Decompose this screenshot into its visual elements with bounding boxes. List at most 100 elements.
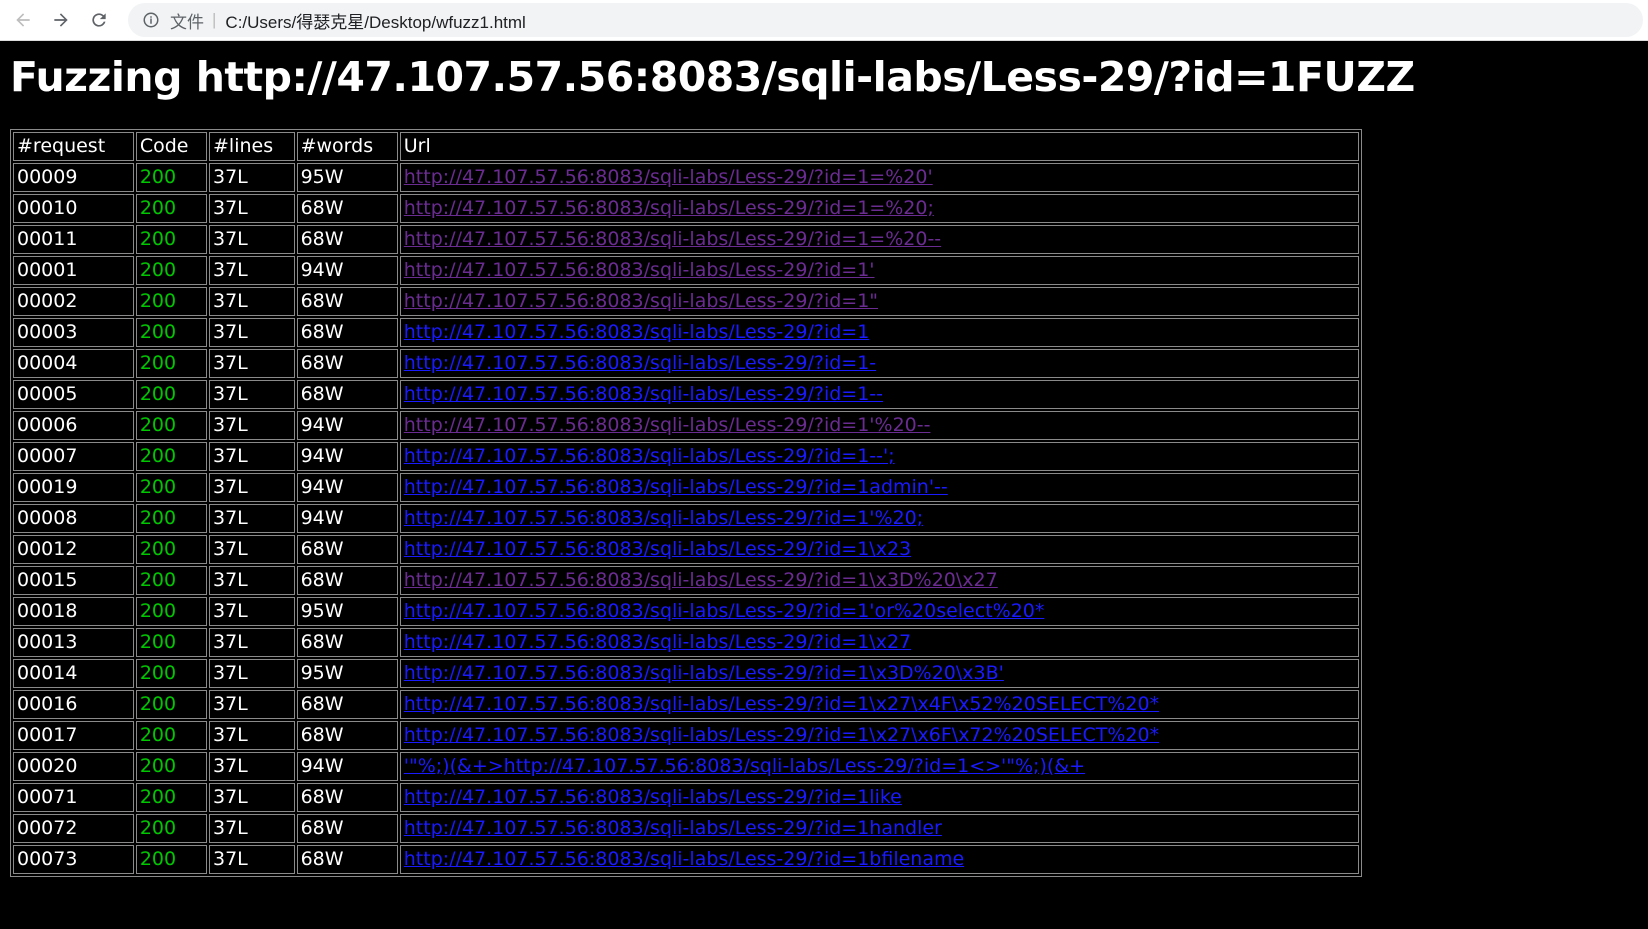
- table-row: 00020 200 37L 94W '"%;)(&+>http://47.107.57.…: [13, 752, 1359, 781]
- table-row: 00072 200 37L 68W http://47.107.57.56:8083/s…: [13, 814, 1359, 843]
- cell-words: 95W: [296, 597, 398, 626]
- forward-button[interactable]: [46, 5, 76, 35]
- cell-url: http://47.107.57.56:8083/sqli-labs/Less-…: [399, 163, 1359, 192]
- url-link[interactable]: http://47.107.57.56:8083/sqli-labs/Less-…: [404, 197, 934, 219]
- back-button[interactable]: [8, 5, 38, 35]
- info-icon[interactable]: [142, 11, 160, 29]
- url-link[interactable]: http://47.107.57.56:8083/sqli-labs/Less-…: [404, 352, 876, 374]
- cell-request: 00072: [13, 814, 134, 843]
- table-row: 00002 200 37L 68W http://47.107.57.56:8083/s…: [13, 287, 1359, 316]
- header-words: #words: [296, 132, 398, 161]
- cell-url: http://47.107.57.56:8083/sqli-labs/Less-…: [399, 721, 1359, 750]
- cell-code: 200: [135, 380, 207, 409]
- cell-url: http://47.107.57.56:8083/sqli-labs/Less-…: [399, 845, 1359, 874]
- cell-request: 00073: [13, 845, 134, 874]
- cell-request: 00003: [13, 318, 134, 347]
- cell-words: 94W: [296, 504, 398, 533]
- cell-lines: 37L: [209, 814, 295, 843]
- url-link[interactable]: http://47.107.57.56:8083/sqli-labs/Less-…: [404, 259, 875, 281]
- cell-code: 200: [135, 225, 207, 254]
- url-link[interactable]: http://47.107.57.56:8083/sqli-labs/Less-…: [404, 507, 923, 529]
- reload-button[interactable]: [84, 5, 114, 35]
- url-link[interactable]: http://47.107.57.56:8083/sqli-labs/Less-…: [404, 538, 911, 560]
- url-link[interactable]: http://47.107.57.56:8083/sqli-labs/Less-…: [404, 228, 941, 250]
- url-link[interactable]: http://47.107.57.56:8083/sqli-labs/Less-…: [404, 848, 964, 870]
- cell-words: 68W: [296, 721, 398, 750]
- url-link[interactable]: http://47.107.57.56:8083/sqli-labs/Less-…: [404, 321, 870, 343]
- cell-words: 68W: [296, 566, 398, 595]
- cell-code: 200: [135, 411, 207, 440]
- cell-request: 00005: [13, 380, 134, 409]
- cell-request: 00009: [13, 163, 134, 192]
- cell-words: 68W: [296, 318, 398, 347]
- url-link[interactable]: http://47.107.57.56:8083/sqli-labs/Less-…: [404, 166, 933, 188]
- url-link[interactable]: http://47.107.57.56:8083/sqli-labs/Less-…: [404, 724, 1159, 746]
- cell-code: 200: [135, 349, 207, 378]
- cell-lines: 37L: [209, 597, 295, 626]
- table-row: 00005 200 37L 68W http://47.107.57.56:8083/s…: [13, 380, 1359, 409]
- url-link[interactable]: http://47.107.57.56:8083/sqli-labs/Less-…: [404, 476, 948, 498]
- cell-lines: 37L: [209, 442, 295, 471]
- cell-url: '"%;)(&+>http://47.107.57.56:8083/sqli-l…: [399, 752, 1359, 781]
- url-link[interactable]: http://47.107.57.56:8083/sqli-labs/Less-…: [404, 662, 1004, 684]
- url-link[interactable]: http://47.107.57.56:8083/sqli-labs/Less-…: [404, 569, 998, 591]
- address-text[interactable]: C:/Users/得瑟克星/Desktop/wfuzz1.html: [225, 8, 525, 33]
- url-link[interactable]: http://47.107.57.56:8083/sqli-labs/Less-…: [404, 383, 883, 405]
- url-link[interactable]: '"%;)(&+>http://47.107.57.56:8083/sqli-l…: [404, 755, 1085, 777]
- cell-url: http://47.107.57.56:8083/sqli-labs/Less-…: [399, 690, 1359, 719]
- url-link[interactable]: http://47.107.57.56:8083/sqli-labs/Less-…: [404, 445, 895, 467]
- cell-words: 94W: [296, 256, 398, 285]
- cell-request: 00015: [13, 566, 134, 595]
- cell-lines: 37L: [209, 473, 295, 502]
- cell-url: http://47.107.57.56:8083/sqli-labs/Less-…: [399, 597, 1359, 626]
- cell-code: 200: [135, 194, 207, 223]
- url-link[interactable]: http://47.107.57.56:8083/sqli-labs/Less-…: [404, 600, 1045, 622]
- url-link[interactable]: http://47.107.57.56:8083/sqli-labs/Less-…: [404, 631, 911, 653]
- cell-code: 200: [135, 597, 207, 626]
- cell-lines: 37L: [209, 194, 295, 223]
- cell-request: 00012: [13, 535, 134, 564]
- cell-request: 00017: [13, 721, 134, 750]
- table-row: 00006 200 37L 94W http://47.107.57.56:8083/s…: [13, 411, 1359, 440]
- cell-url: http://47.107.57.56:8083/sqli-labs/Less-…: [399, 566, 1359, 595]
- url-link[interactable]: http://47.107.57.56:8083/sqli-labs/Less-…: [404, 290, 878, 312]
- cell-lines: 37L: [209, 349, 295, 378]
- cell-words: 68W: [296, 690, 398, 719]
- cell-words: 68W: [296, 194, 398, 223]
- table-row: 00010 200 37L 68W http://47.107.57.56:8083/s…: [13, 194, 1359, 223]
- url-link[interactable]: http://47.107.57.56:8083/sqli-labs/Less-…: [404, 817, 942, 839]
- cell-url: http://47.107.57.56:8083/sqli-labs/Less-…: [399, 504, 1359, 533]
- results-table: #request Code #lines #words Url 00009 200…: [10, 129, 1362, 877]
- header-code: Code: [135, 132, 207, 161]
- results-body: 00009 200 37L 95W http://47.107.57.56:8083/s…: [13, 163, 1359, 874]
- cell-code: 200: [135, 721, 207, 750]
- browser-toolbar: 文件 | C:/Users/得瑟克星/Desktop/wfuzz1.html: [0, 0, 1648, 41]
- cell-lines: 37L: [209, 535, 295, 564]
- cell-lines: 37L: [209, 566, 295, 595]
- cell-url: http://47.107.57.56:8083/sqli-labs/Less-…: [399, 225, 1359, 254]
- cell-lines: 37L: [209, 318, 295, 347]
- cell-code: 200: [135, 473, 207, 502]
- table-row: 00014 200 37L 95W http://47.107.57.56:8083/s…: [13, 659, 1359, 688]
- table-row: 00071 200 37L 68W http://47.107.57.56:8083/s…: [13, 783, 1359, 812]
- table-row: 00004 200 37L 68W http://47.107.57.56:8083/s…: [13, 349, 1359, 378]
- url-link[interactable]: http://47.107.57.56:8083/sqli-labs/Less-…: [404, 414, 931, 436]
- url-link[interactable]: http://47.107.57.56:8083/sqli-labs/Less-…: [404, 693, 1159, 715]
- table-row: 00011 200 37L 68W http://47.107.57.56:8083/s…: [13, 225, 1359, 254]
- cell-request: 00002: [13, 287, 134, 316]
- cell-words: 95W: [296, 163, 398, 192]
- cell-lines: 37L: [209, 752, 295, 781]
- cell-lines: 37L: [209, 690, 295, 719]
- cell-lines: 37L: [209, 287, 295, 316]
- cell-url: http://47.107.57.56:8083/sqli-labs/Less-…: [399, 628, 1359, 657]
- cell-request: 00010: [13, 194, 134, 223]
- cell-url: http://47.107.57.56:8083/sqli-labs/Less-…: [399, 814, 1359, 843]
- cell-lines: 37L: [209, 256, 295, 285]
- table-row: 00013 200 37L 68W http://47.107.57.56:8083/s…: [13, 628, 1359, 657]
- cell-url: http://47.107.57.56:8083/sqli-labs/Less-…: [399, 659, 1359, 688]
- cell-lines: 37L: [209, 783, 295, 812]
- table-row: 00003 200 37L 68W http://47.107.57.56:8083/s…: [13, 318, 1359, 347]
- cell-words: 94W: [296, 411, 398, 440]
- address-bar[interactable]: 文件 | C:/Users/得瑟克星/Desktop/wfuzz1.html: [128, 3, 1643, 37]
- url-link[interactable]: http://47.107.57.56:8083/sqli-labs/Less-…: [404, 786, 902, 808]
